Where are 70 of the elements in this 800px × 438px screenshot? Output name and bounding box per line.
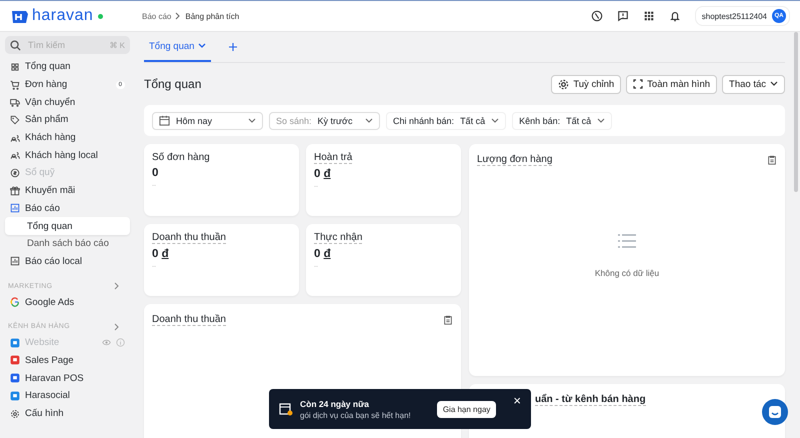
chevron-icon	[175, 12, 182, 20]
metric-value: 0 đ	[314, 168, 331, 180]
brand-name: haravan	[32, 7, 94, 25]
settings-item[interactable]: Cấu hình	[5, 404, 130, 422]
metric-title: Doanh thu thuần	[152, 232, 226, 244]
toolbar-button[interactable]: Toàn màn hình	[626, 74, 718, 94]
sidebar-item[interactable]: Sales Page	[5, 352, 130, 370]
feedback-icon[interactable]	[616, 10, 629, 22]
date-select[interactable]: Hôm nay	[152, 112, 263, 130]
sidebar-item[interactable]: Sản phẩm	[5, 111, 130, 129]
add-tab-icon[interactable]	[229, 43, 238, 51]
clipboard-icon[interactable]	[443, 315, 453, 325]
branch-select[interactable]: Chi nhánh bán: Tất cả	[386, 112, 506, 130]
shortcut-hint: ⌘ K	[109, 40, 125, 50]
metric-value: 0	[152, 167, 158, 179]
sidebar-item[interactable]: Harasocial	[5, 387, 130, 405]
chevron-icon[interactable]	[114, 322, 120, 331]
sidebar-item[interactable]: Google Ads	[5, 293, 130, 311]
sidebar-item[interactable]: Báo cáo local	[5, 252, 130, 270]
empty-message: Không có dữ liệu	[594, 268, 660, 278]
caret-icon	[597, 118, 606, 124]
clipboard-icon[interactable]	[767, 155, 777, 165]
metric-value: 0 đ	[152, 248, 169, 260]
apps-icon[interactable]	[642, 10, 655, 22]
page-title: Tổng quan	[144, 77, 202, 91]
fullscreen-icon	[633, 79, 644, 89]
caret-icon	[248, 118, 256, 124]
settings-icon	[10, 408, 20, 419]
sidebar-item[interactable]: Tổng quan	[5, 58, 130, 76]
google-icon	[10, 297, 20, 308]
toast-title: Còn 24 ngày nữa	[300, 398, 370, 408]
caret-icon	[198, 43, 206, 49]
tab[interactable]: Tổng quan	[144, 32, 212, 62]
metric-title: Số đơn hàng	[152, 152, 210, 163]
metric-title: Hoàn trả	[314, 152, 352, 164]
empty-list-icon	[618, 234, 636, 248]
sidebar-item[interactable]: Báo cáo	[5, 200, 130, 218]
chat-icon	[767, 404, 783, 420]
calendar-icon	[159, 115, 170, 126]
breadcrumb-current: Bảng phân tích	[185, 12, 240, 20]
toolbar-button[interactable]: Tuỳ chỉnh	[551, 74, 622, 94]
sidebar-item[interactable]: Vận chuyển	[5, 93, 130, 112]
search-icon	[10, 40, 21, 50]
chart-title: uẩn - từ kênh bán hàng	[535, 394, 646, 406]
chevron-icon[interactable]	[114, 282, 120, 290]
sidebar-subitem[interactable]: Danh sách báo cáo	[5, 234, 130, 253]
search-input[interactable]: Tìm kiếm	[26, 39, 104, 51]
close-button[interactable]: ×	[511, 393, 523, 408]
bell-icon[interactable]	[668, 10, 681, 22]
toolbar-button[interactable]: Thao tác	[722, 74, 785, 94]
sidebar-subitem[interactable]: Tổng quan	[5, 217, 130, 235]
channel-select[interactable]: Kênh bán: Tất cả	[512, 112, 612, 130]
renew-button[interactable]: Gia hạn ngay	[436, 400, 496, 418]
calendar-clock-icon	[279, 402, 293, 416]
caret-icon	[770, 81, 778, 87]
compare-select[interactable]: So sánh: Kỳ trước	[269, 112, 380, 130]
metric-value: 0 đ	[314, 248, 331, 260]
sidebar-item[interactable]: Khách hàng	[5, 128, 130, 146]
sidebar-item[interactable]: Khuyến mãi	[5, 182, 130, 200]
caret-icon	[491, 118, 500, 124]
chart-title: Lượng đơn hàng	[477, 154, 552, 166]
sidebar-item[interactable]: Haravan POS	[5, 369, 130, 387]
chart-title: Doanh thu thuần	[152, 314, 226, 326]
sidebar-item[interactable]: Khách hàng local	[5, 146, 130, 164]
toast-message: gói dịch vụ của bạn sẽ hết hạn!	[300, 410, 412, 420]
caret-icon	[365, 118, 373, 124]
breadcrumb-link[interactable]: Báo cáo	[142, 12, 172, 20]
gear-icon	[558, 78, 570, 90]
metric-title: Thực nhận	[314, 232, 362, 244]
logo-icon	[10, 8, 30, 24]
